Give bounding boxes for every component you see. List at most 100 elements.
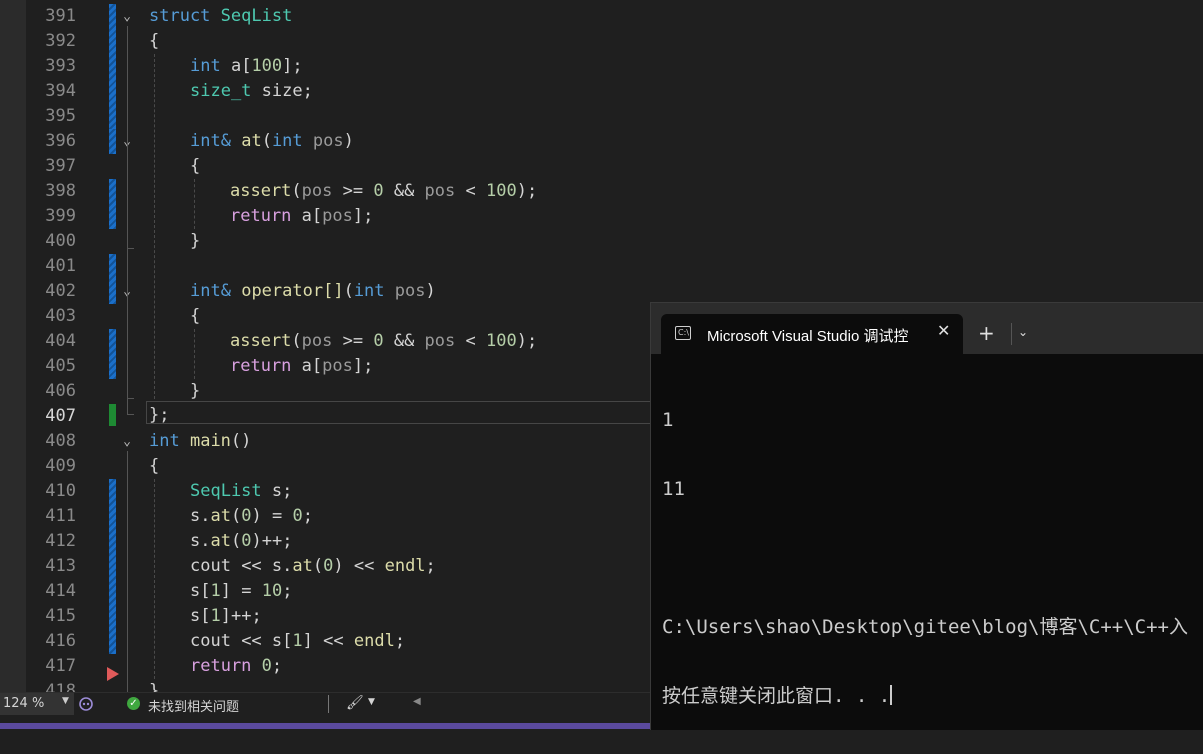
fold-line	[127, 451, 128, 692]
terminal-output[interactable]: 1 11 C:\Users\shao\Desktop\gitee\blog\博客…	[662, 363, 1203, 754]
ide-status-strip	[0, 723, 651, 729]
code-line[interactable]: cout << s[1] << endl;	[190, 629, 405, 654]
code-line[interactable]: s.at(0) = 0;	[190, 504, 313, 529]
line-number: 415	[45, 606, 76, 626]
line-number: 397	[45, 156, 76, 176]
code-line[interactable]: {	[149, 29, 159, 54]
fold-end-marker	[127, 248, 134, 249]
line-number: 399	[45, 206, 76, 226]
code-line[interactable]: assert(pos >= 0 && pos < 100);	[230, 179, 537, 204]
change-marker	[109, 254, 116, 304]
code-line[interactable]: int main()	[149, 429, 251, 454]
line-number: 413	[45, 556, 76, 576]
terminal-tab-title: Microsoft Visual Studio 调试控	[707, 328, 909, 345]
line-number-active: 407	[45, 406, 76, 426]
line-number: 398	[45, 181, 76, 201]
status-separator	[328, 695, 329, 713]
line-number: 408	[45, 431, 76, 451]
code-line[interactable]: {	[149, 454, 159, 479]
line-number: 411	[45, 506, 76, 526]
line-number: 409	[45, 456, 76, 476]
change-marker	[109, 179, 116, 229]
line-number: 414	[45, 581, 76, 601]
execution-pointer-icon	[107, 667, 119, 681]
zoom-dropdown[interactable]: 124 % ▼	[0, 693, 74, 715]
text-cursor	[890, 685, 893, 705]
line-number: 403	[45, 306, 76, 326]
scroll-left-arrow-icon[interactable]: ◀	[413, 696, 421, 707]
code-line[interactable]: struct SeqList	[149, 4, 292, 29]
terminal-line-prompt: 按任意键关闭此窗口. . .	[662, 685, 893, 707]
code-line[interactable]: s.at(0)++;	[190, 529, 292, 554]
code-line[interactable]: };	[149, 403, 169, 428]
indent-guide	[154, 479, 155, 679]
zoom-level: 124 %	[3, 696, 45, 711]
editor-left-strip	[0, 0, 26, 692]
code-line[interactable]: assert(pos >= 0 && pos < 100);	[230, 329, 537, 354]
line-number: 418	[45, 681, 76, 692]
change-marker-saved	[109, 404, 116, 426]
code-line[interactable]: return 0;	[190, 654, 282, 679]
terminal-line: 11	[662, 478, 685, 500]
code-line[interactable]: s[1] = 10;	[190, 579, 292, 604]
new-tab-plus-icon[interactable]: +	[978, 321, 995, 345]
indent-guide	[194, 179, 195, 229]
code-line[interactable]: {	[190, 154, 200, 179]
fold-end-marker	[127, 398, 134, 399]
code-line[interactable]: return a[pos];	[230, 204, 373, 229]
chevron-down-icon[interactable]: ⌄	[1018, 325, 1028, 339]
code-line[interactable]: cout << s.at(0) << endl;	[190, 554, 436, 579]
line-number: 405	[45, 356, 76, 376]
code-cleanup-brush-icon[interactable]: 🖌	[346, 695, 364, 711]
change-marker	[109, 329, 116, 379]
line-number: 412	[45, 531, 76, 551]
code-line[interactable]: int& operator[](int pos)	[190, 279, 436, 304]
code-line[interactable]: s[1]++;	[190, 604, 262, 629]
code-line[interactable]: }	[190, 379, 200, 404]
console-icon: C:\	[675, 326, 691, 340]
check-circle-icon: ✓	[127, 697, 140, 710]
code-line[interactable]: }	[190, 229, 200, 254]
line-number: 401	[45, 256, 76, 276]
code-line[interactable]: int a[100];	[190, 54, 303, 79]
line-number: 393	[45, 56, 76, 76]
indent-guide	[194, 329, 195, 379]
change-marker	[109, 479, 116, 654]
line-number: 400	[45, 231, 76, 251]
debug-console-window[interactable]: C:\ Microsoft Visual Studio 调试控 ✕ + ⌄ 1 …	[650, 302, 1203, 730]
change-marker	[109, 4, 116, 129]
line-number: 392	[45, 31, 76, 51]
code-line[interactable]: size_t size;	[190, 79, 313, 104]
code-line[interactable]: SeqList s;	[190, 479, 292, 504]
code-line[interactable]: }	[149, 679, 159, 692]
line-number: 406	[45, 381, 76, 401]
status-gap	[0, 715, 651, 723]
editor-status-bar: 124 % ▼ ✓ 未找到相关问题 🖌 ▼ ◀	[0, 692, 651, 716]
issues-status[interactable]: 未找到相关问题	[148, 696, 239, 715]
copilot-icon[interactable]	[78, 696, 94, 712]
line-number: 394	[45, 81, 76, 101]
line-number: 404	[45, 331, 76, 351]
line-number: 402	[45, 281, 76, 301]
code-line[interactable]: return a[pos];	[230, 354, 373, 379]
terminal-line: 1	[662, 409, 674, 431]
code-line[interactable]: {	[190, 304, 200, 329]
line-number: 391	[45, 6, 76, 26]
terminal-titlebar: C:\ Microsoft Visual Studio 调试控 ✕ + ⌄	[651, 303, 1203, 354]
dropdown-caret-icon[interactable]: ▼	[368, 697, 375, 707]
terminal-line: C:\Users\shao\Desktop\gitee\blog\博客\C++\…	[662, 616, 1188, 638]
code-line[interactable]: int& at(int pos)	[190, 129, 354, 154]
close-icon[interactable]: ✕	[937, 321, 950, 340]
line-number-gutter: 391 392 393 394 395 396 397 398 399 400 …	[26, 0, 146, 692]
change-marker	[109, 129, 116, 154]
fold-end-marker	[127, 414, 134, 415]
line-number: 395	[45, 106, 76, 126]
titlebar-separator	[1011, 323, 1012, 345]
line-number: 417	[45, 656, 76, 676]
line-number: 396	[45, 131, 76, 151]
terminal-tab[interactable]: C:\ Microsoft Visual Studio 调试控 ✕	[661, 314, 963, 354]
line-number: 410	[45, 481, 76, 501]
line-number: 416	[45, 631, 76, 651]
fold-line	[127, 26, 128, 415]
